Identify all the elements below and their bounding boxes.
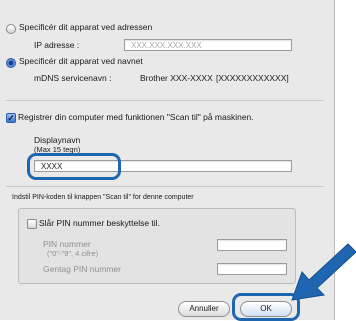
pin-protection-label: Slår PIN nummer beskyttelse til. (39, 218, 160, 228)
mdns-service-value: Brother XXX-XXXX (140, 73, 213, 83)
pointer-arrow-icon (291, 243, 356, 301)
ip-address-input[interactable]: XXX.XXX.XXX.XXX (124, 39, 292, 51)
pin-number-hint: ("0"-"9", 4 cifre) (47, 249, 99, 258)
pin-number-input[interactable] (217, 239, 287, 251)
name-radio[interactable] (6, 58, 16, 68)
name-option-label: Specificér dit apparat ved navnet (19, 56, 143, 66)
display-name-highlight (27, 153, 121, 180)
address-option-label: Specificér dit apparat ved adressen (19, 22, 153, 32)
pin-number-label: PIN nummer (43, 239, 91, 249)
pin-protection-checkbox[interactable] (27, 219, 37, 229)
address-radio[interactable] (6, 24, 16, 34)
display-name-label: Displaynavn (34, 135, 81, 145)
cancel-button[interactable]: Annuller (178, 301, 230, 317)
ip-address-label: IP adresse : (34, 40, 80, 50)
pin-group-box: Slår PIN nummer beskyttelse til. PIN num… (18, 208, 296, 284)
pin-section-label: Indstil PIN-koden til knappen "Scan til"… (12, 194, 194, 201)
mdns-service-label: mDNS servicenavn : (34, 73, 112, 83)
mdns-service-bracket: [XXXXXXXXXXXX] (216, 73, 289, 83)
register-checkbox[interactable]: ✓ (6, 113, 16, 123)
register-checkbox-label: Registrer din computer med funktionen "S… (18, 112, 254, 122)
divider-top (6, 100, 324, 101)
repeat-pin-input[interactable] (217, 263, 287, 275)
repeat-pin-label: Gentag PIN nummer (43, 264, 121, 274)
divider-bottom (6, 186, 324, 187)
